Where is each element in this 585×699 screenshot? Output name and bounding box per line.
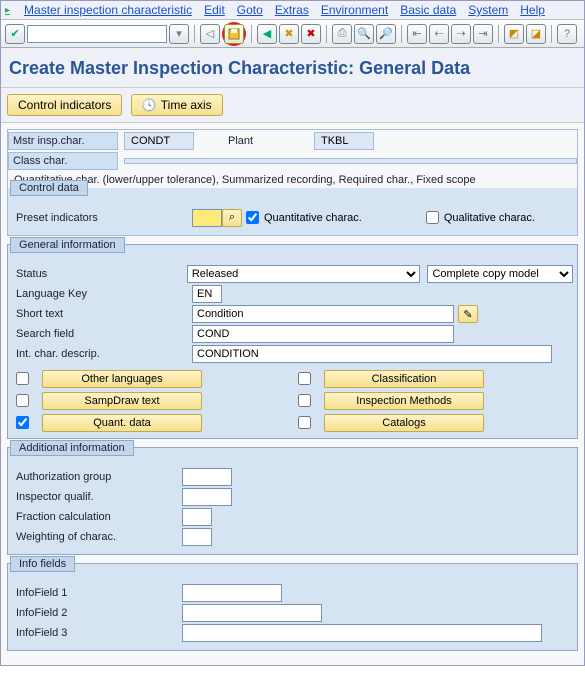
toolbar: ✔ ▾ ◁ ◀ ✖ ✖ ⎙ 🔍 🔎 ⇤ ⇠ ⇢ ⇥ ◩ ◪ ?	[1, 20, 584, 48]
otherlang-checkbox[interactable]	[16, 372, 29, 385]
preset-label: Preset indicators	[12, 210, 122, 226]
menu-system[interactable]: System	[468, 3, 508, 17]
save-highlight	[222, 22, 246, 46]
time-axis-button[interactable]: 🕓 Time axis	[131, 94, 223, 116]
copymodel-select[interactable]: Complete copy model	[427, 265, 573, 283]
control-data-title: Control data	[10, 180, 88, 196]
info3-label: InfoField 3	[12, 625, 182, 641]
quant-checkbox[interactable]	[246, 211, 259, 224]
info2-label: InfoField 2	[12, 605, 182, 621]
info2-input[interactable]	[182, 604, 322, 622]
inspq-label: Inspector qualif.	[12, 489, 182, 505]
shortcut-icon[interactable]: ◪	[526, 24, 546, 44]
status-select[interactable]: Released	[187, 265, 420, 283]
catalogs-checkbox[interactable]	[298, 416, 311, 429]
additional-info-group: Additional information Authorization gro…	[7, 447, 578, 555]
status-label: Status	[12, 266, 119, 282]
qual-label: Qualitative charac.	[444, 212, 535, 224]
sampdraw-button[interactable]: SampDraw text	[42, 392, 202, 410]
last-icon[interactable]: ⇥	[473, 24, 493, 44]
exit-icon[interactable]: ✖	[279, 24, 299, 44]
menu-goto[interactable]: Goto	[237, 3, 263, 17]
inspmethods-checkbox[interactable]	[298, 394, 311, 407]
quantdata-checkbox[interactable]	[16, 416, 29, 429]
auth-input[interactable]	[182, 468, 232, 486]
short-label: Short text	[12, 306, 122, 322]
button-bar: Control indicators 🕓 Time axis	[1, 88, 584, 123]
class-value	[124, 158, 577, 164]
control-data-group: Control data Preset indicators ⌕ Quantit…	[8, 188, 577, 235]
info3-input[interactable]	[182, 624, 542, 642]
inspq-input[interactable]	[182, 488, 232, 506]
preset-search-icon[interactable]: ⌕	[222, 209, 242, 227]
newwin-icon[interactable]: ◩	[504, 24, 524, 44]
menu-basic[interactable]: Basic data	[400, 3, 456, 17]
quant-label: Quantitative charac.	[264, 212, 362, 224]
menubar: ▸ Master inspection characteristic Edit …	[1, 1, 584, 20]
preset-input[interactable]	[192, 209, 222, 227]
frac-label: Fraction calculation	[12, 509, 182, 525]
prev-icon[interactable]: ⇠	[429, 24, 449, 44]
doc-icon: ▸	[5, 5, 10, 16]
weight-label: Weighting of charac.	[12, 529, 182, 545]
otherlang-button[interactable]: Other languages	[42, 370, 202, 388]
help-icon[interactable]: ?	[557, 24, 577, 44]
general-info-title: General information	[10, 237, 125, 253]
back-green-icon[interactable]: ◀	[257, 24, 277, 44]
find-icon[interactable]: 🔍	[354, 24, 374, 44]
plant-label: Plant	[224, 133, 264, 149]
page-title: Create Master Inspection Characteristic:…	[1, 48, 584, 88]
frac-input[interactable]	[182, 508, 212, 526]
class-label: Class char.	[8, 152, 118, 170]
info-fields-title: Info fields	[10, 556, 75, 572]
menu-edit[interactable]: Edit	[204, 3, 225, 17]
classification-checkbox[interactable]	[298, 372, 311, 385]
sampdraw-checkbox[interactable]	[16, 394, 29, 407]
mic-value: CONDT	[124, 132, 194, 150]
first-icon[interactable]: ⇤	[407, 24, 427, 44]
time-axis-label: Time axis	[161, 98, 212, 112]
intdesc-label: Int. char. descrip.	[12, 346, 122, 362]
info1-label: InfoField 1	[12, 585, 182, 601]
intdesc-input[interactable]	[192, 345, 552, 363]
plant-value: TKBL	[314, 132, 374, 150]
ok-icon[interactable]: ✔	[5, 24, 25, 44]
general-info-group: General information Status Released Comp…	[7, 244, 578, 439]
char-hint: Quantitative char. (lower/upper toleranc…	[8, 172, 577, 188]
additional-info-title: Additional information	[10, 440, 134, 456]
back-icon[interactable]: ◁	[200, 24, 220, 44]
inspmethods-button[interactable]: Inspection Methods	[324, 392, 484, 410]
findnext-icon[interactable]: 🔎	[376, 24, 396, 44]
short-input[interactable]	[192, 305, 454, 323]
quantdata-button[interactable]: Quant. data	[42, 414, 202, 432]
auth-label: Authorization group	[12, 469, 182, 485]
catalogs-button[interactable]: Catalogs	[324, 414, 484, 432]
menu-extras[interactable]: Extras	[275, 3, 309, 17]
mic-label: Mstr insp.char.	[8, 132, 118, 150]
lang-input[interactable]	[192, 285, 222, 303]
info1-input[interactable]	[182, 584, 282, 602]
classification-button[interactable]: Classification	[324, 370, 484, 388]
control-indicators-button[interactable]: Control indicators	[7, 94, 122, 116]
print-icon[interactable]: ⎙	[332, 24, 352, 44]
clock-icon: 🕓	[142, 98, 157, 112]
weight-input[interactable]	[182, 528, 212, 546]
longtext-icon[interactable]: ✎	[458, 305, 478, 323]
menu-mic[interactable]: Master inspection characteristic	[24, 3, 192, 17]
qual-checkbox[interactable]	[426, 211, 439, 224]
menu-env[interactable]: Environment	[321, 3, 388, 17]
info-fields-group: Info fields InfoField 1 InfoField 2 Info…	[7, 563, 578, 651]
next-icon[interactable]: ⇢	[451, 24, 471, 44]
cancel-icon[interactable]: ✖	[301, 24, 321, 44]
dropdown-icon[interactable]: ▾	[169, 24, 189, 44]
search-label: Search field	[12, 326, 122, 342]
search-input[interactable]	[192, 325, 454, 343]
save-icon[interactable]	[224, 24, 244, 44]
lang-label: Language Key	[12, 286, 122, 302]
command-field[interactable]	[27, 25, 167, 43]
menu-help[interactable]: Help	[520, 3, 545, 17]
